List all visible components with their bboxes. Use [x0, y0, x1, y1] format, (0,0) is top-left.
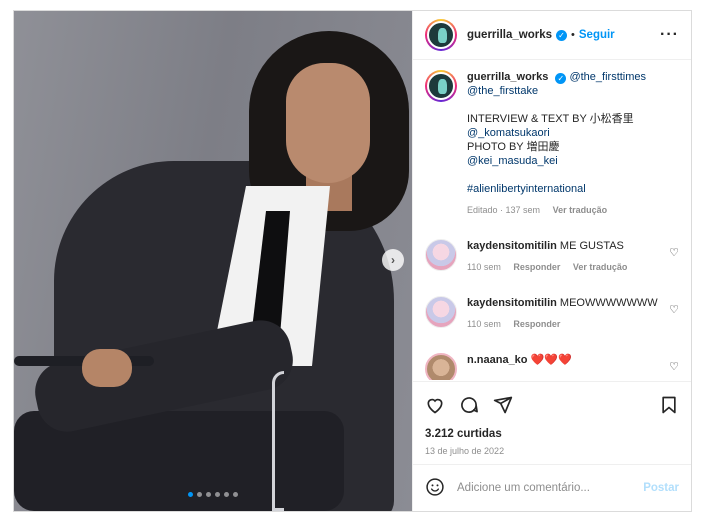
- comment-input[interactable]: [457, 482, 632, 494]
- comment-item: kaydensitomitilin MEOWWWWWWW 110 sem Res…: [425, 296, 679, 331]
- like-heart-icon[interactable]: [425, 395, 445, 415]
- reply-link[interactable]: Responder: [513, 319, 560, 329]
- caption-edited-time: Editado · 137 sem: [467, 205, 541, 215]
- post-photo[interactable]: ›: [14, 11, 412, 511]
- mention-link[interactable]: @kei_masuda_kei: [467, 154, 677, 168]
- comment-bubble-icon[interactable]: [459, 395, 479, 415]
- post-date: 13 de julho de 2022: [425, 446, 505, 456]
- carousel-dot: [224, 492, 229, 497]
- hand: [82, 349, 132, 387]
- separator-dot: •: [571, 29, 575, 41]
- emoji-icon[interactable]: [425, 477, 445, 500]
- mention-link[interactable]: @_komatsukaori: [467, 126, 677, 140]
- comment-username[interactable]: n.naana_ko: [467, 354, 528, 366]
- comment-text: ❤️❤️❤️: [530, 354, 572, 366]
- post-side-panel: guerrilla_works ✓ • Seguir ··· guerrilla…: [412, 11, 691, 511]
- caption-avatar[interactable]: [425, 70, 457, 102]
- caption-credit: PHOTO BY 増田慶: [467, 141, 560, 153]
- avatar[interactable]: [425, 19, 457, 51]
- verified-badge-icon: ✓: [556, 29, 568, 41]
- verified-badge-icon: ✓: [555, 73, 567, 84]
- hashtag-link[interactable]: #alienlibertyinternational: [467, 182, 677, 196]
- mention-link[interactable]: @the_firsttake: [467, 84, 677, 98]
- comment-item: kaydensitomitilin ME GUSTAS 110 sem Resp…: [425, 239, 679, 274]
- comment-avatar[interactable]: [425, 239, 457, 271]
- caption-username[interactable]: guerrilla_works: [467, 71, 548, 83]
- post-actions: 3.212 curtidas 13 de julho de 2022: [413, 381, 691, 456]
- comment-username[interactable]: kaydensitomitilin: [467, 240, 557, 252]
- translate-link[interactable]: Ver tradução: [553, 205, 608, 215]
- chair-rail: [272, 371, 284, 511]
- bookmark-icon[interactable]: [659, 395, 679, 415]
- comment-age: 110 sem: [467, 262, 501, 272]
- carousel-dot: [206, 492, 211, 497]
- more-horizontal-icon[interactable]: ···: [660, 26, 679, 44]
- carousel-dot: [197, 492, 202, 497]
- share-send-icon[interactable]: [493, 395, 513, 415]
- likes-count[interactable]: 3.212 curtidas: [425, 428, 679, 440]
- comment-item: n.naana_ko ❤️❤️❤️ ♡: [425, 353, 679, 380]
- comment-text: ME GUSTAS: [559, 240, 624, 252]
- follow-button[interactable]: Seguir: [579, 29, 615, 41]
- post-comment-button[interactable]: Postar: [643, 482, 679, 494]
- caption: guerrilla_works ✓ @the_firsttimes @the_f…: [425, 70, 679, 217]
- comments-section[interactable]: guerrilla_works ✓ @the_firsttimes @the_f…: [413, 60, 691, 380]
- header-username[interactable]: guerrilla_works: [467, 29, 552, 41]
- comment-avatar[interactable]: [425, 296, 457, 328]
- mention-link[interactable]: @the_firsttimes: [569, 71, 646, 83]
- caption-credit: INTERVIEW & TEXT BY 小松香里: [467, 113, 634, 125]
- comment-username[interactable]: kaydensitomitilin: [467, 297, 557, 309]
- carousel-dots: [14, 492, 412, 497]
- translate-link[interactable]: Ver tradução: [573, 262, 628, 272]
- comment-age: 110 sem: [467, 319, 501, 329]
- carousel-dot: [188, 492, 193, 497]
- heart-icon[interactable]: ♡: [669, 360, 679, 373]
- carousel-dot: [233, 492, 238, 497]
- face: [286, 63, 370, 183]
- heart-icon[interactable]: ♡: [669, 246, 679, 259]
- heart-icon[interactable]: ♡: [669, 303, 679, 316]
- carousel-dot: [215, 492, 220, 497]
- comment-text: MEOWWWWWWW: [559, 297, 658, 309]
- carousel-next-button[interactable]: ›: [382, 249, 404, 271]
- instagram-post: › guerrilla_works ✓ • Seguir ··· guerril: [13, 10, 692, 512]
- comment-avatar[interactable]: [425, 353, 457, 380]
- add-comment-bar: Postar: [413, 464, 691, 511]
- reply-link[interactable]: Responder: [513, 262, 560, 272]
- post-header: guerrilla_works ✓ • Seguir ···: [413, 11, 691, 60]
